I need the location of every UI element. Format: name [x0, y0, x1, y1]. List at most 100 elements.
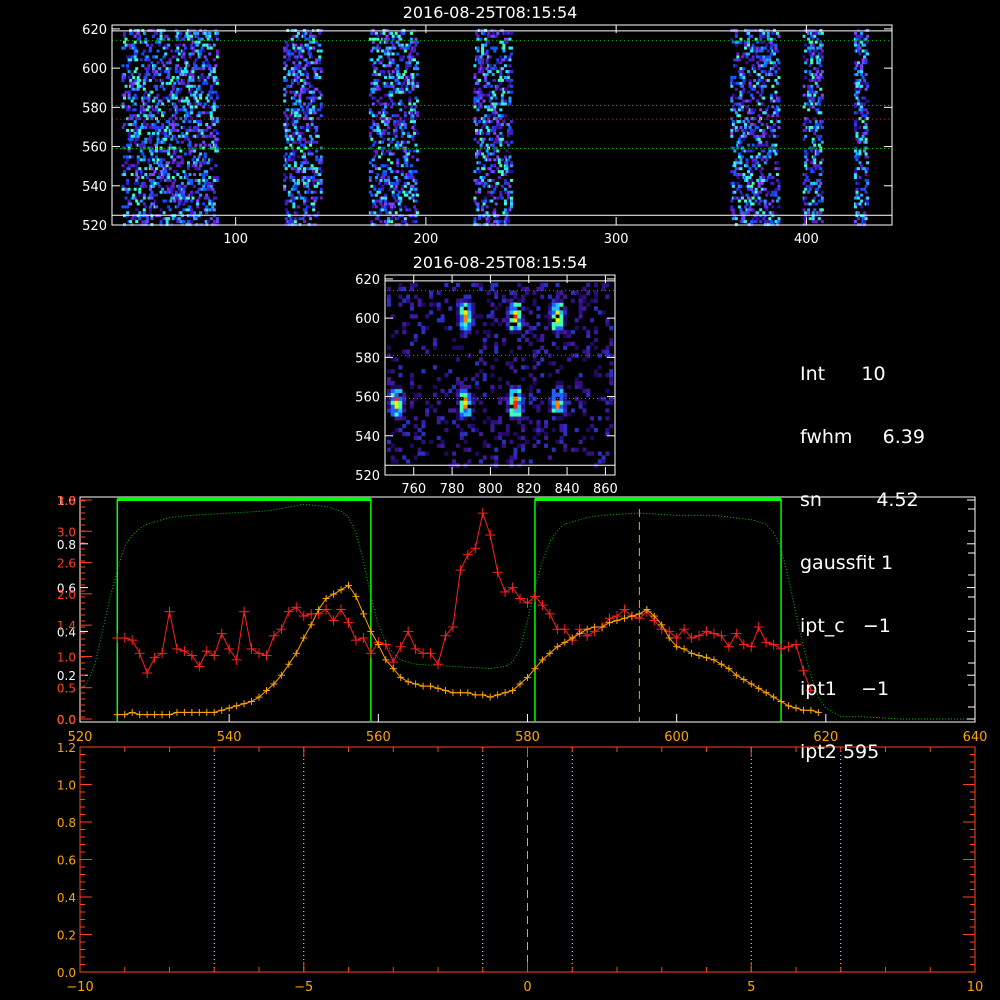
heatmap-pixel [185, 175, 189, 179]
heatmap-pixel [547, 373, 552, 378]
heatmap-pixel [808, 120, 812, 124]
heatmap-pixel [129, 78, 133, 82]
heatmap-pixel [370, 170, 374, 174]
heatmap-pixel [500, 123, 504, 127]
heatmap-pixel [212, 190, 216, 194]
heatmap-pixel [411, 81, 415, 85]
heatmap-pixel [593, 337, 598, 343]
heatmap-pixel [194, 161, 198, 165]
heatmap-pixel [751, 143, 755, 147]
heatmap-pixel [190, 199, 193, 203]
heatmap-pixel [777, 125, 781, 129]
heatmap-pixel [517, 388, 522, 394]
heatmap-pixel [753, 123, 757, 127]
heatmap-pixel [153, 64, 157, 68]
heatmap-pixel [390, 99, 394, 103]
heatmap-pixel [284, 134, 288, 138]
heatmap-pixel [471, 392, 476, 397]
heatmap-pixel [757, 184, 761, 188]
heatmap-pixel [205, 211, 209, 215]
heatmap-pixel [121, 184, 125, 188]
heatmap-pixel [497, 161, 501, 165]
heatmap-pixel [197, 114, 201, 118]
heatmap-pixel [214, 75, 218, 79]
heatmap-pixel [303, 143, 307, 147]
heatmap-pixel [491, 190, 495, 194]
heatmap-pixel [760, 181, 764, 185]
heatmap-pixel [486, 443, 491, 448]
heatmap-pixel [777, 61, 781, 65]
heatmap-pixel [309, 108, 313, 112]
heatmap-pixel [733, 149, 737, 153]
heatmap-pixel [490, 84, 494, 88]
heatmap-pixel [180, 184, 184, 188]
heatmap-pixel [408, 61, 412, 65]
heatmap-pixel [463, 404, 468, 409]
heatmap-pixel [283, 49, 287, 53]
heatmap-pixel [490, 108, 494, 112]
heatmap-pixel [385, 205, 389, 209]
heatmap-pixel [413, 435, 418, 441]
heatmap-pixel [864, 114, 868, 118]
heatmap-pixel [743, 220, 747, 224]
heatmap-pixel [494, 435, 499, 441]
heatmap-pixel [774, 78, 778, 82]
heatmap-pixel [376, 125, 380, 129]
heatmap-pixel [753, 193, 757, 197]
heatmap-pixel [586, 349, 591, 354]
heatmap-pixel [858, 175, 862, 179]
heatmap-pixel [313, 173, 317, 177]
heatmap-pixel [473, 220, 477, 224]
heatmap-pixel [816, 149, 820, 153]
heatmap-pixel [303, 67, 307, 71]
heatmap-pixel [509, 131, 513, 135]
heatmap-pixel [497, 123, 501, 127]
heatmap-pixel [284, 131, 288, 135]
heatmap-pixel [186, 34, 190, 38]
heatmap-pixel [811, 46, 815, 50]
heatmap-pixel [478, 282, 483, 288]
heatmap-pixel [524, 416, 529, 421]
heatmap-pixel [593, 290, 598, 295]
heatmap-pixel [391, 58, 395, 62]
heatmap-pixel [459, 435, 464, 441]
heatmap-pixel [414, 143, 418, 147]
heatmap-pixel [484, 114, 488, 118]
heatmap-pixel [370, 111, 374, 115]
heatmap-pixel [316, 211, 320, 215]
heatmap-pixel [144, 90, 148, 94]
heatmap-pixel [167, 149, 171, 153]
heatmap-pixel [555, 294, 560, 299]
heatmap-pixel [474, 155, 478, 159]
heatmap-pixel [757, 181, 761, 185]
heatmap-pixel [303, 161, 307, 165]
heatmap-pixel [499, 73, 503, 77]
heatmap-pixel [193, 155, 197, 159]
heatmap-pixel [203, 181, 207, 185]
heatmap-pixel [417, 435, 422, 441]
heatmap-pixel [313, 199, 317, 203]
heatmap-pixel [487, 93, 491, 97]
heatmap-pixel [315, 184, 319, 188]
heatmap-pixel [590, 298, 595, 303]
heatmap-pixel [416, 149, 420, 153]
heatmap-pixel [296, 178, 300, 182]
heatmap-pixel [769, 43, 773, 47]
heatmap-pixel [804, 75, 808, 79]
heatmap-pixel [736, 55, 740, 59]
heatmap-pixel [547, 306, 552, 311]
heatmap-pixel [123, 34, 127, 38]
heatmap-pixel [551, 298, 556, 303]
heatmap-pixel [855, 120, 859, 124]
heatmap-pixel [127, 131, 131, 135]
heatmap-pixel [481, 152, 485, 156]
heatmap-pixel [373, 187, 377, 191]
heatmap-pixel [405, 43, 409, 47]
heatmap-pixel [384, 202, 388, 206]
heatmap-pixel [397, 75, 401, 79]
heatmap-pixel [505, 306, 510, 311]
heatmap-pixel [307, 214, 311, 218]
heatmap-pixel [209, 184, 213, 188]
heatmap-pixel [142, 158, 146, 162]
heatmap-pixel [296, 108, 300, 112]
